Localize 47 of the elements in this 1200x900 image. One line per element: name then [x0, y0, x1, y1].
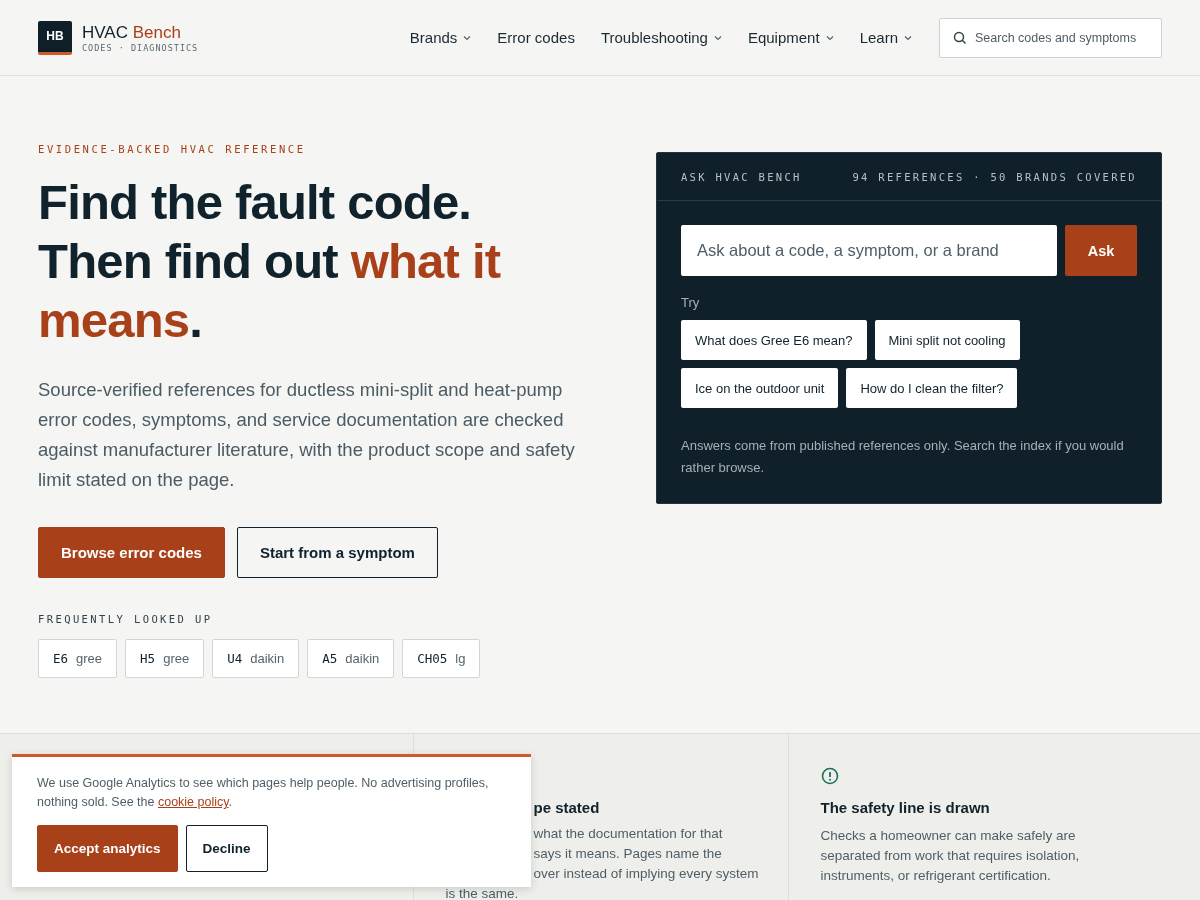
feature-title: The safety line is drawn: [820, 799, 991, 816]
feature-text: Checks a homeowner can make safely are separated from work that requires isolation, instruments, or refrigerant certification.: [820, 827, 1081, 885]
cta-button[interactable]: Browse error codes: [38, 527, 225, 578]
ask-field[interactable]: Ask about a code, a symptom, or a brand: [681, 225, 1057, 276]
cookie-text: We use Google Analytics to see which pages help people. No advertising profiles, nothing sold. See the cookie policy.: [37, 775, 490, 811]
lead-paragraph: Source-verified references for ductless mini-split and heat-pump error codes, symptoms, and service documentation are checked against manufacturer literature, with the product scope and safety limit stated on the page.: [38, 378, 576, 492]
code-chip[interactable]: A5 daikin: [307, 639, 395, 678]
search-field[interactable]: Search codes and symptoms: [939, 17, 1162, 58]
site-tagline: CODES · DIAGNOSTICS: [82, 42, 199, 53]
feature-text-line: over instead of implying every system: [532, 865, 756, 883]
code-chip[interactable]: E6 gree: [38, 639, 118, 678]
panel-stats: 94 REFERENCES · 50 BRANDS COVERED: [852, 170, 1137, 183]
ask-button[interactable]: Ask: [1065, 225, 1137, 276]
nav-link[interactable]: Equipment: [747, 29, 834, 46]
section-label: FREQUENTLY LOOKED UP: [38, 613, 214, 625]
chevron-down-icon: [713, 34, 722, 41]
nav-link[interactable]: Learn: [859, 29, 912, 46]
cta-button[interactable]: Start from a symptom: [236, 527, 438, 578]
cookie-button[interactable]: Accept analytics: [37, 825, 178, 872]
nav-link[interactable]: Brands: [409, 29, 472, 46]
feature-title: pe stated: [532, 799, 601, 816]
headline: Find the fault code. Then find out what it means.: [38, 174, 502, 349]
nav-link[interactable]: Error codes: [497, 29, 575, 46]
feature-text-line: is the same.: [445, 885, 520, 900]
panel-title: ASK HVAC BENCH: [681, 170, 802, 183]
search-icon: [953, 30, 967, 45]
chevron-down-icon: [463, 34, 472, 41]
chevron-down-icon: [825, 34, 834, 41]
alert-icon: [820, 767, 839, 785]
suggestion-chip[interactable]: What does Gree E6 mean?: [681, 320, 867, 360]
cookie-button[interactable]: Decline: [185, 825, 268, 872]
code-chip[interactable]: H5 gree: [125, 639, 205, 678]
feature-text-line: what the documentation for that: [532, 825, 724, 843]
eyebrow-text: EVIDENCE-BACKED HVAC REFERENCE: [38, 143, 307, 155]
panel-note: Answers come from published references only. Search the index if you would rather browse.: [681, 437, 1125, 477]
logo-mark[interactable]: HB: [38, 20, 72, 55]
suggestion-chip[interactable]: Ice on the outdoor unit: [681, 368, 839, 408]
nav-link[interactable]: Troubleshooting: [600, 29, 722, 46]
feature-text-line: says it means. Pages name the: [532, 845, 723, 863]
site-name[interactable]: HVAC Bench: [82, 22, 199, 43]
code-chip[interactable]: U4 daikin: [212, 639, 300, 678]
suggestion-chip[interactable]: Mini split not cooling: [874, 320, 1020, 360]
code-chip[interactable]: CH05 lg: [402, 639, 481, 678]
cookie-policy-link[interactable]: cookie policy: [157, 795, 229, 809]
try-label: Try: [681, 295, 701, 310]
suggestion-chip[interactable]: How do I clean the filter?: [846, 368, 1018, 408]
chevron-down-icon: [904, 34, 912, 41]
